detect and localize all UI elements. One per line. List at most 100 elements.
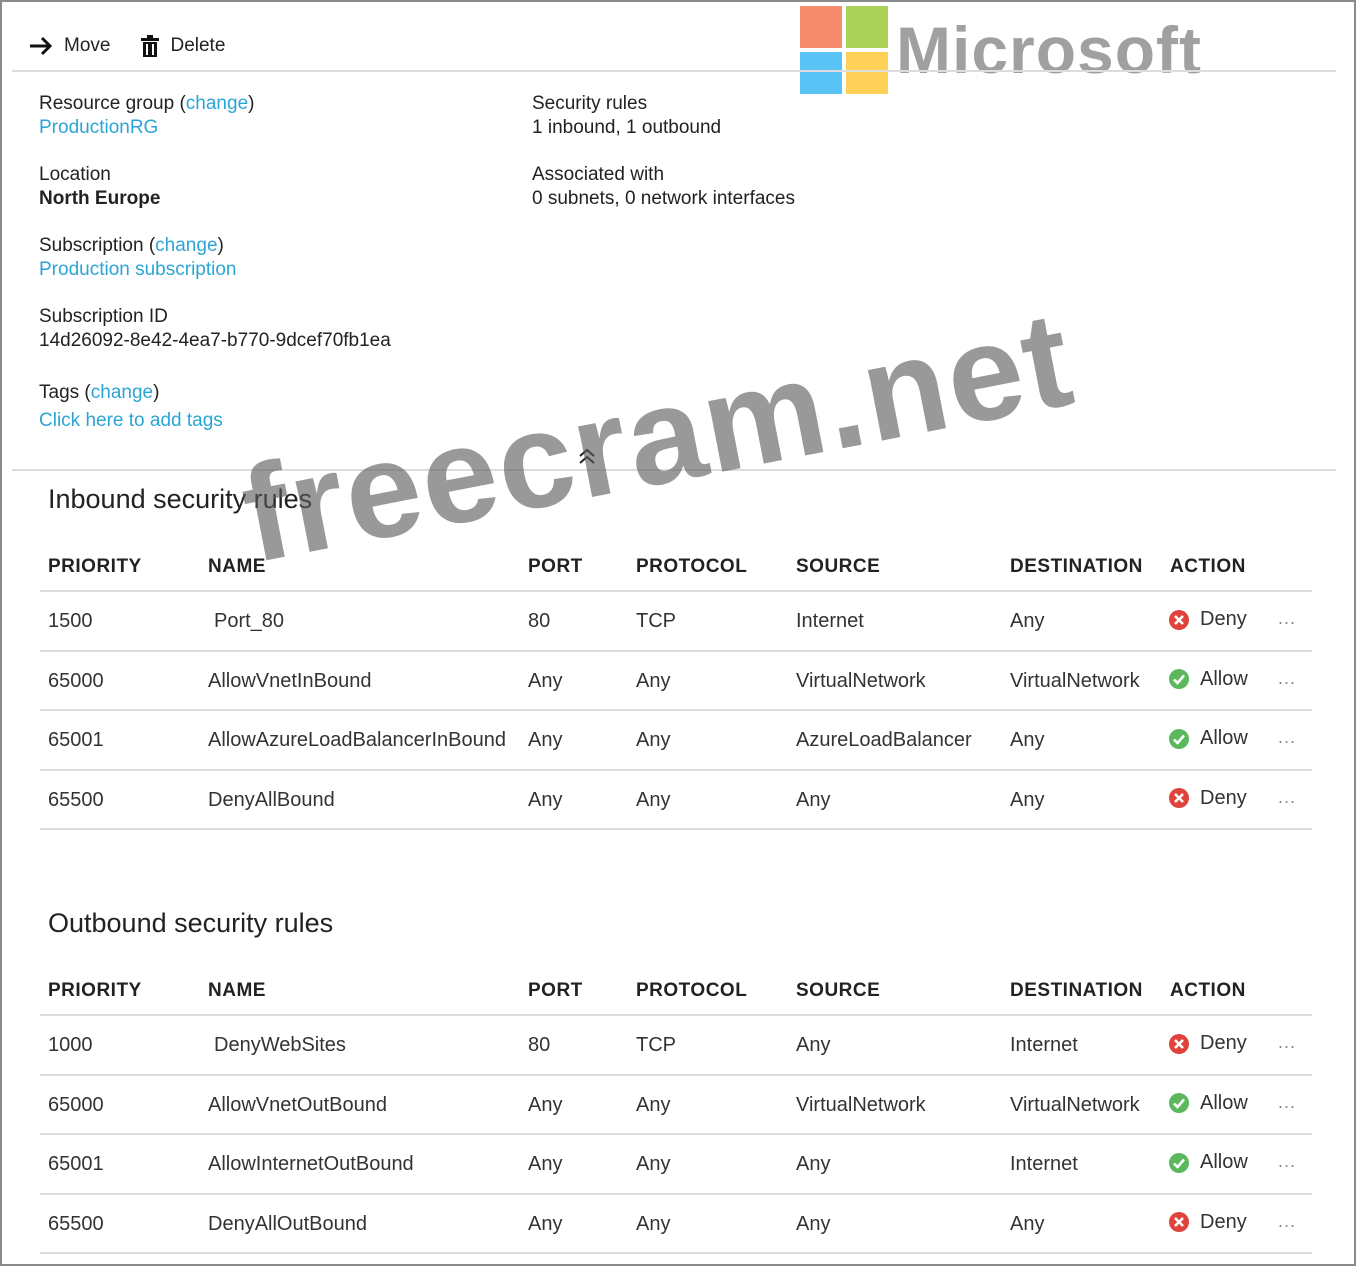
action-cell: Allow (1168, 668, 1248, 691)
col-source[interactable]: SOURCE (796, 980, 880, 1002)
table-row[interactable]: 65000 AllowVnetInBound Any Any VirtualNetwor… (40, 652, 1312, 711)
table-row[interactable]: 65001 AllowInternetOutBound Any Any Any Inter… (40, 1135, 1312, 1195)
col-priority[interactable]: PRIORITY (48, 556, 142, 578)
tags-change-link[interactable]: change (91, 382, 153, 403)
table-row[interactable]: 65001 AllowAzureLoadBalancerInBound Any Any… (40, 711, 1312, 771)
windows-logo-icon (800, 6, 888, 94)
action-label: Deny (1200, 1210, 1247, 1233)
resource-group-label: Resource group ( (39, 93, 186, 114)
protocol-cell: Any (636, 729, 671, 751)
location-value: North Europe (39, 188, 161, 209)
arrow-right-icon (30, 36, 53, 56)
col-destination[interactable]: DESTINATION (1010, 556, 1143, 578)
logo-text: Microsoft (896, 13, 1202, 87)
associated-with-label: Associated with (532, 164, 665, 185)
col-source[interactable]: SOURCE (796, 556, 880, 578)
action-label: Deny (1200, 608, 1247, 630)
logo-square-green (846, 6, 888, 48)
resource-group-link[interactable]: ProductionRG (39, 117, 158, 138)
col-action[interactable]: ACTION (1170, 980, 1246, 1002)
destination-cell: Any (1010, 729, 1045, 751)
x-circle-icon (1169, 1033, 1189, 1054)
row-more-menu[interactable]: ... (1278, 1151, 1296, 1172)
move-button[interactable]: Move (28, 35, 110, 57)
action-label: Allow (1200, 667, 1248, 690)
row-more-menu[interactable]: ... (1278, 787, 1296, 808)
resource-group-change-link[interactable]: change (186, 93, 248, 114)
priority-cell: 65001 (48, 729, 104, 751)
table-row[interactable]: 65000 AllowVnetOutBound Any Any VirtualNetwo… (40, 1076, 1312, 1135)
name-cell: AllowInternetOutBound (208, 1153, 414, 1175)
port-cell: Any (528, 1153, 563, 1175)
row-more-menu[interactable]: ... (1278, 608, 1296, 629)
table-header: PRIORITY NAME PORT PROTOCOL SOURCE DESTI… (40, 962, 1312, 1016)
table-row[interactable]: 65500 DenyAllBound Any Any Any Any Deny... (40, 771, 1312, 830)
priority-cell: 65001 (48, 1153, 104, 1175)
priority-cell: 1000 (48, 1034, 93, 1056)
command-bar: Move Delete (28, 30, 225, 62)
protocol-cell: Any (636, 1212, 671, 1235)
table-row[interactable]: 1500 Port_80 80 TCP Internet Any Deny... (40, 592, 1312, 652)
port-cell: Any (528, 729, 563, 751)
tags-field: Tags (change) Click here to add tags (39, 381, 223, 433)
col-action[interactable]: ACTION (1170, 556, 1246, 578)
microsoft-logo: Microsoft (800, 6, 1202, 94)
priority-cell: 65000 (48, 669, 104, 692)
row-more-menu[interactable]: ... (1278, 1032, 1296, 1053)
paren-close: ) (248, 93, 255, 114)
add-tags-link[interactable]: Click here to add tags (39, 410, 223, 431)
x-circle-icon (1169, 609, 1189, 630)
row-more-menu[interactable]: ... (1278, 1211, 1296, 1232)
protocol-cell: TCP (636, 610, 676, 632)
table-row[interactable]: 1000 DenyWebSites 80 TCP Any Internet Deny... (40, 1016, 1312, 1076)
destination-cell: Internet (1010, 1153, 1078, 1175)
priority-cell: 65500 (48, 788, 104, 811)
destination-cell: Any (1010, 788, 1045, 811)
row-more-menu[interactable]: ... (1278, 1092, 1296, 1113)
source-cell: Any (796, 1034, 831, 1056)
delete-button[interactable]: Delete (140, 35, 225, 57)
associated-with-field: Associated with 0 subnets, 0 network int… (532, 163, 795, 211)
action-label: Allow (1200, 1151, 1248, 1173)
location-label: Location (39, 164, 111, 185)
x-circle-icon (1169, 1212, 1189, 1232)
subscription-field: Subscription (change) Production subscri… (39, 234, 237, 282)
collapse-essentials-button[interactable] (577, 447, 597, 470)
col-priority[interactable]: PRIORITY (48, 980, 142, 1002)
destination-cell: Any (1010, 610, 1045, 632)
inbound-rules-table: PRIORITY NAME PORT PROTOCOL SOURCE DESTI… (40, 538, 1312, 830)
col-port[interactable]: PORT (528, 556, 583, 578)
port-cell: Any (528, 669, 563, 692)
row-more-menu[interactable]: ... (1278, 727, 1296, 748)
col-name[interactable]: NAME (208, 556, 266, 578)
logo-square-yellow (846, 52, 888, 94)
subscription-link[interactable]: Production subscription (39, 259, 237, 280)
location-field: Location North Europe (39, 163, 160, 211)
inbound-title: Inbound security rules (48, 484, 313, 514)
col-name[interactable]: NAME (208, 980, 266, 1002)
col-protocol[interactable]: PROTOCOL (636, 980, 747, 1002)
col-port[interactable]: PORT (528, 980, 583, 1002)
source-cell: Internet (796, 610, 864, 632)
protocol-cell: Any (636, 1093, 671, 1116)
subscription-change-link[interactable]: change (155, 235, 217, 256)
row-more-menu[interactable]: ... (1278, 668, 1296, 689)
action-cell: Allow (1168, 727, 1248, 750)
col-protocol[interactable]: PROTOCOL (636, 556, 747, 578)
subscription-label: Subscription ( (39, 235, 156, 256)
priority-cell: 65000 (48, 1093, 104, 1116)
action-cell: Deny (1168, 787, 1247, 810)
security-rules-field: Security rules 1 inbound, 1 outbound (532, 92, 721, 140)
outbound-title: Outbound security rules (48, 908, 334, 938)
destination-cell: VirtualNetwork (1010, 669, 1140, 692)
port-cell: 80 (528, 1034, 551, 1056)
resource-group-field: Resource group (change) ProductionRG (39, 92, 254, 140)
essentials-divider (12, 469, 1336, 471)
col-destination[interactable]: DESTINATION (1010, 980, 1143, 1002)
name-cell: AllowAzureLoadBalancerInBound (208, 729, 506, 751)
checkmark-circle-icon (1169, 728, 1189, 749)
name-cell: DenyWebSites (214, 1034, 346, 1056)
source-cell: VirtualNetwork (796, 1093, 926, 1116)
subscription-id-label: Subscription ID (39, 306, 168, 327)
table-row[interactable]: 65500 DenyAllOutBound Any Any Any Any Deny... (40, 1195, 1312, 1254)
